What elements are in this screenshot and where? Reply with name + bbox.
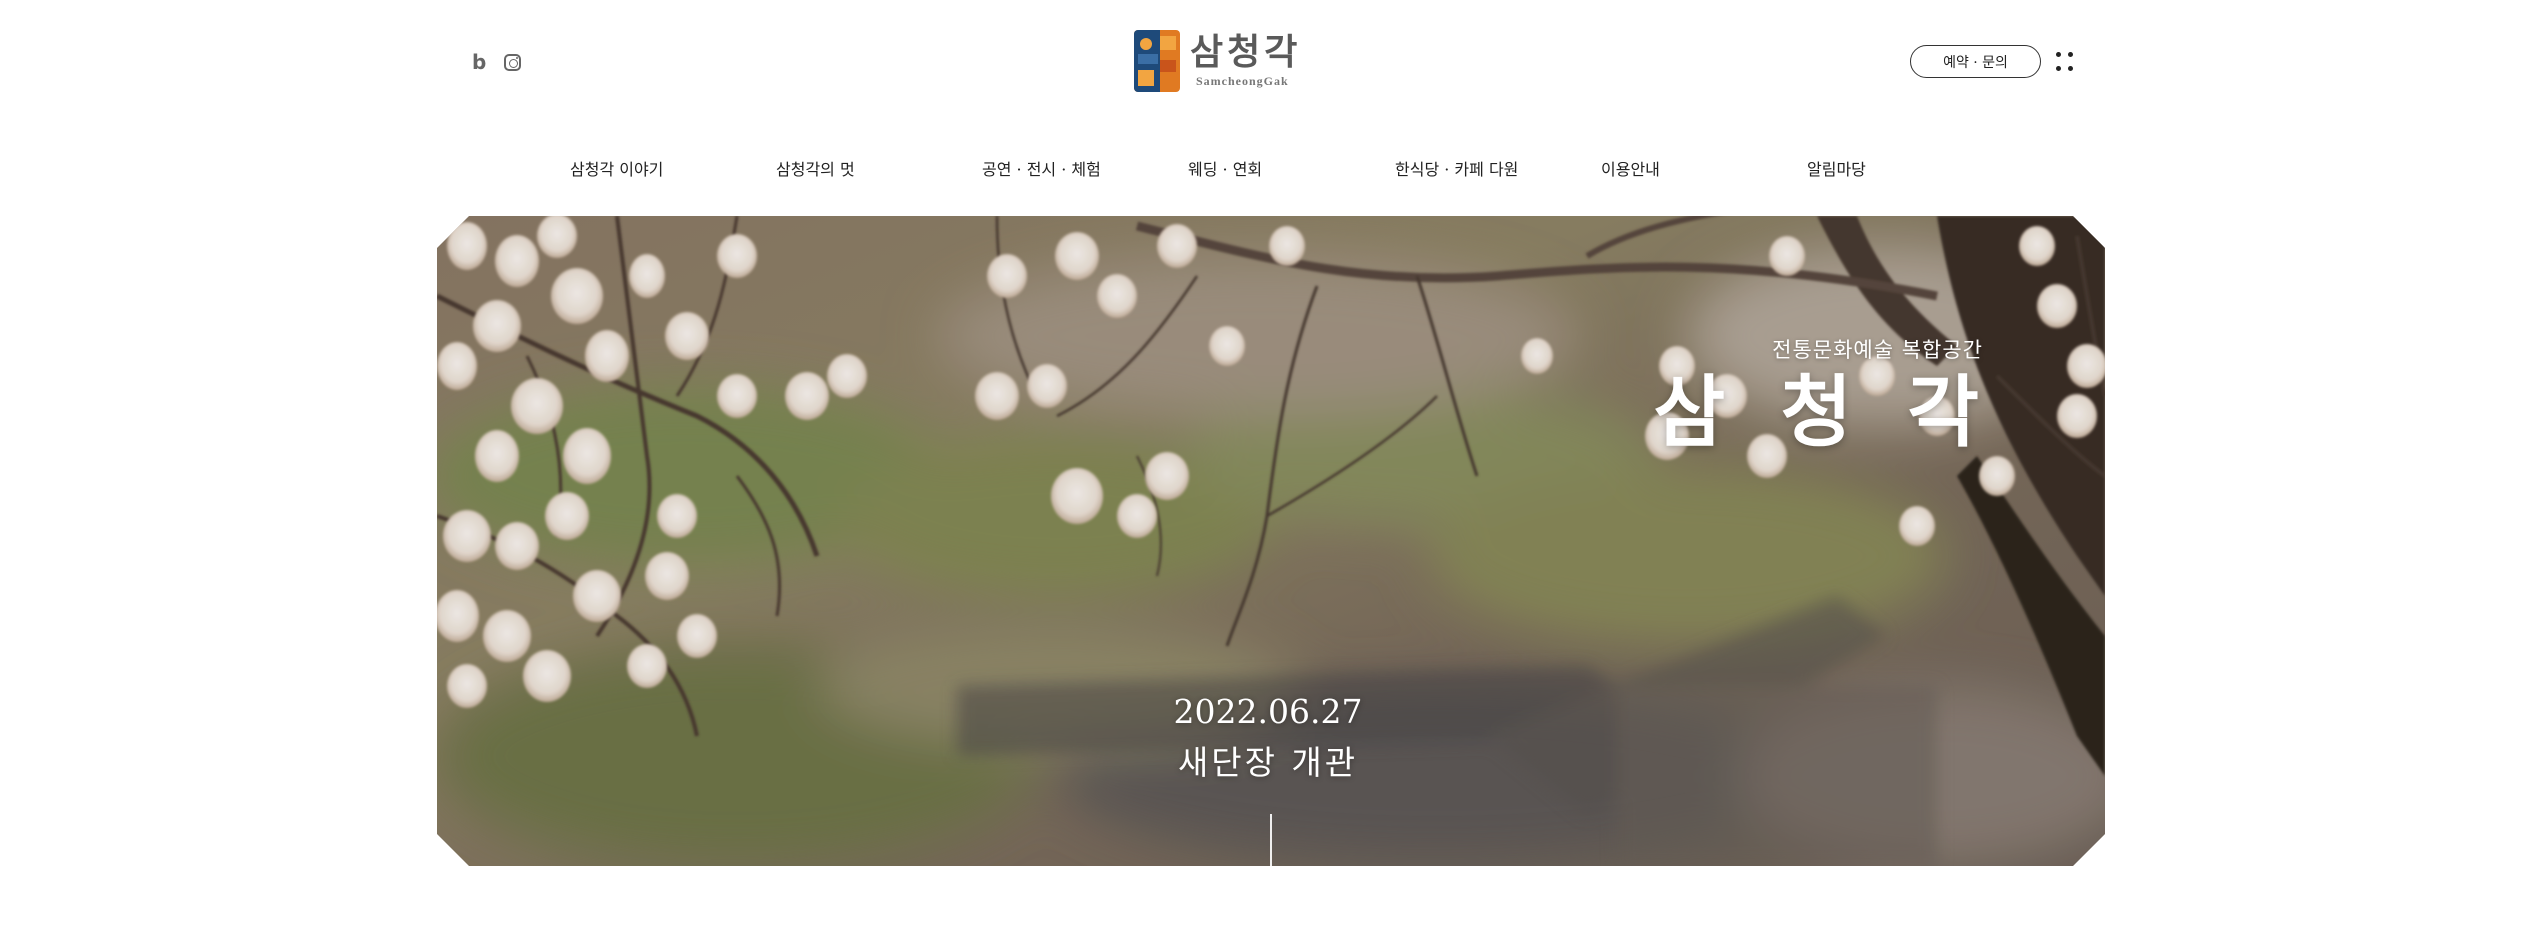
logo-korean-text: 삼청각 xyxy=(1190,31,1302,73)
nav-item-notice[interactable]: 알림마당 xyxy=(1807,156,1866,180)
nav-item-restaurant[interactable]: 한식당 · 카페 다원 xyxy=(1395,156,1518,180)
social-links: b xyxy=(472,50,522,74)
dot xyxy=(2055,51,2061,57)
hero-subtitle: 전통문화예술 복합공간 xyxy=(1772,338,1983,362)
blog-icon[interactable]: b xyxy=(472,50,486,74)
grid-dots-icon[interactable] xyxy=(2052,47,2076,75)
nav-item-beauty[interactable]: 삼청각의 멋 xyxy=(776,156,855,180)
nav-item-story[interactable]: 삼청각 이야기 xyxy=(570,156,663,180)
hero-date: 2022.06.27 xyxy=(1173,692,1363,731)
dot xyxy=(2055,65,2061,71)
site-logo[interactable]: 삼청각 SamcheongGak xyxy=(1134,30,1301,92)
dot xyxy=(2067,51,2073,57)
dot xyxy=(2067,65,2073,71)
reservation-inquiry-button[interactable]: 예약 · 문의 xyxy=(1910,45,2041,78)
main-nav: 삼청각 이야기 삼청각의 멋 공연 · 전시 · 체험 웨딩 · 연회 한식당 … xyxy=(0,156,2545,180)
hero-caption: 새단장 개관 xyxy=(1177,743,1359,782)
hero-title: 삼 청 각 xyxy=(1653,367,1993,458)
nav-item-wedding[interactable]: 웨딩 · 연회 xyxy=(1188,156,1262,180)
scroll-indicator-line[interactable] xyxy=(1270,814,1272,866)
logo-english-text: SamcheongGak xyxy=(1196,74,1289,88)
hero-banner: 전통문화예술 복합공간 삼 청 각 2022.06.27 새단장 개관 xyxy=(437,216,2105,866)
nav-item-performance[interactable]: 공연 · 전시 · 체험 xyxy=(982,156,1101,180)
nav-item-guide[interactable]: 이용안내 xyxy=(1601,156,1660,180)
instagram-icon[interactable] xyxy=(504,53,522,71)
logo-mark-icon xyxy=(1134,30,1180,92)
